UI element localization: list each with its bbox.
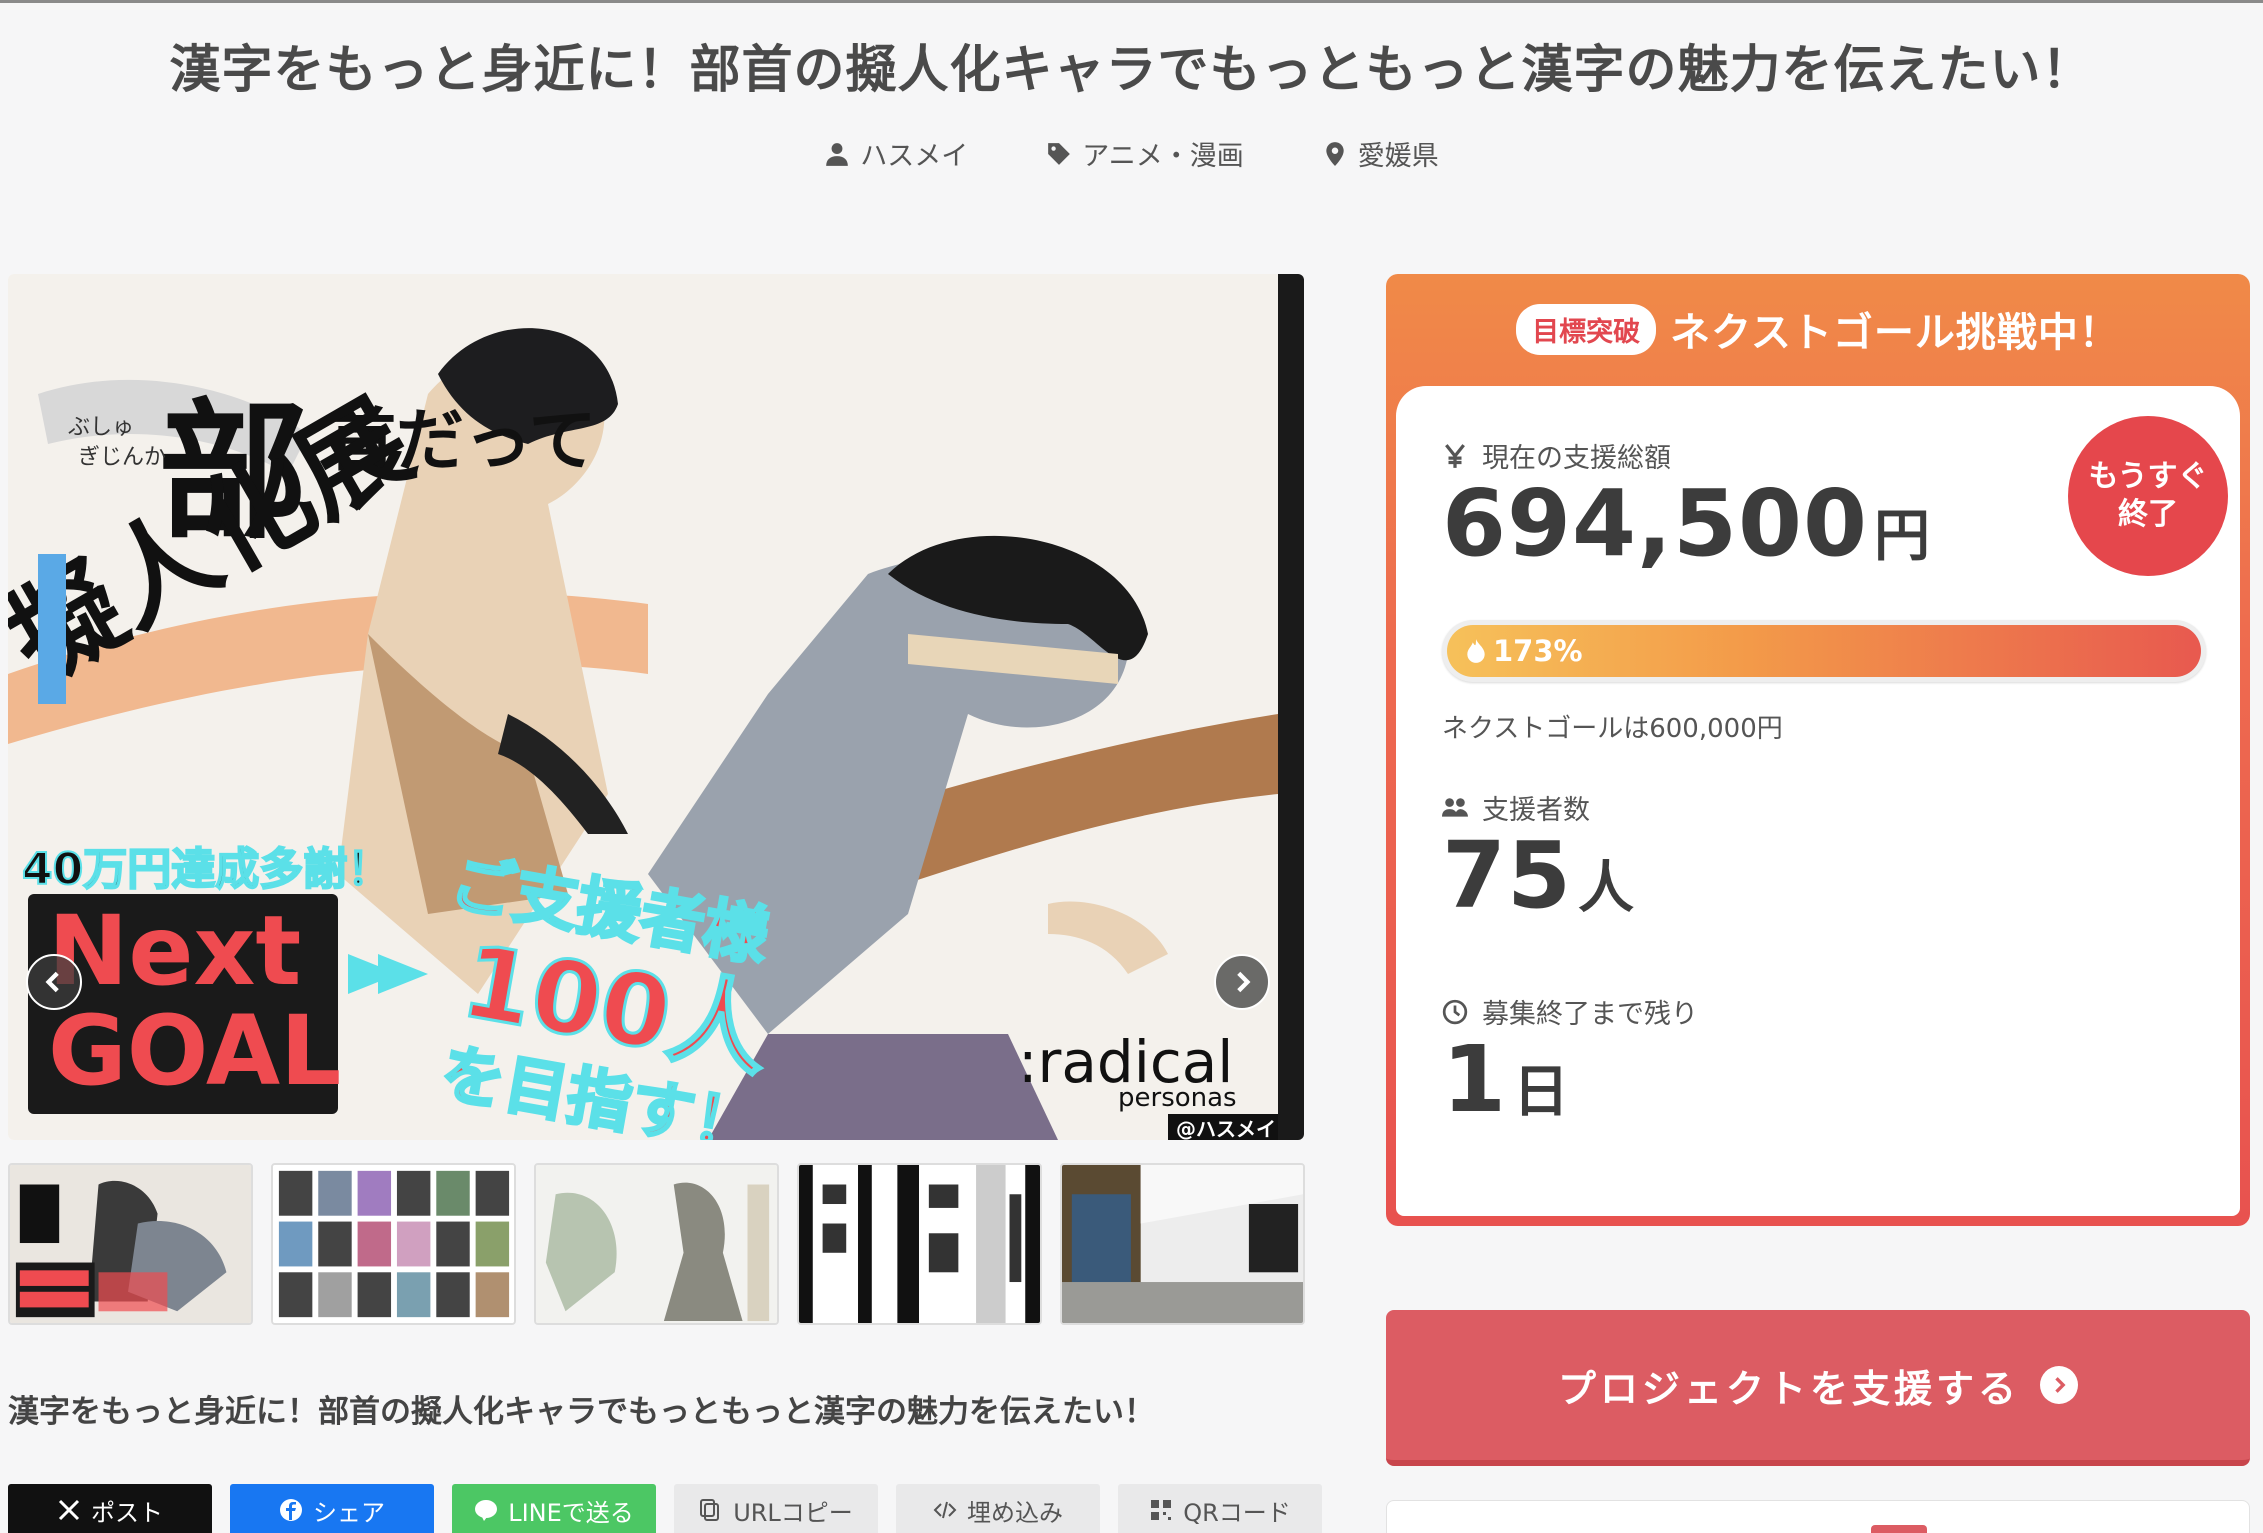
funding-amount: 694,500 円 [1442, 470, 1930, 577]
backers-value: 75 [1442, 822, 1573, 929]
x-logo-icon [58, 1499, 80, 1521]
code-icon [933, 1501, 957, 1519]
line-chat-icon [475, 1500, 498, 1521]
next-goal-heading: ネクストゴール挑戦中！ [1670, 310, 2120, 356]
share-x-label: ポスト [91, 1498, 163, 1527]
embed-label: 埋め込み [967, 1498, 1063, 1527]
amount-unit: 円 [1874, 504, 1931, 569]
page-title: 漢字をもっと身近に！部首の擬人化キャラでもっともっと漢字の魅力を伝えたい！ [169, 41, 2094, 100]
support-project-button[interactable]: プロジェクトを支援する [1386, 1310, 2250, 1466]
return-card-preview [1386, 1500, 2250, 1533]
facebook-icon [280, 1499, 302, 1521]
thumbnail-image [1062, 1165, 1303, 1323]
ending-soon-line-2: 終了 [2118, 497, 2178, 532]
copy-url-button[interactable]: URLコピー [674, 1484, 878, 1533]
backers-unit: 人 [1578, 856, 1635, 921]
next-goal-text: ネクストゴールは600,000円 [1442, 714, 1783, 744]
thumbnail-5[interactable] [1060, 1163, 1305, 1325]
backers-count: 75 人 [1442, 822, 1634, 929]
copy-icon [700, 1499, 720, 1521]
top-divider [0, 0, 2263, 3]
hero-goal-text: GOAL [48, 995, 341, 1107]
share-line-label: LINEで送る [508, 1498, 634, 1527]
location-name: 愛媛県 [1357, 141, 1439, 172]
share-facebook-label: シェア [313, 1498, 385, 1527]
fire-icon [1467, 639, 1485, 663]
remaining-unit: 日 [1513, 1060, 1570, 1125]
goal-achieved-badge: 目標突破 [1516, 303, 1657, 355]
author-name: ハスメイ [860, 141, 969, 172]
share-x-button[interactable]: ポスト [8, 1484, 212, 1533]
qr-code-icon [1151, 1500, 1172, 1520]
arrow-circle-icon [2040, 1366, 2078, 1404]
hero-illustration: 部 首だって ぶしゅ ぎじんか 擬人化展 40万円達成多謝！ Next GOAL… [8, 274, 1278, 1140]
slider-prev-button[interactable] [26, 954, 82, 1010]
author-link[interactable]: ハスメイ [824, 134, 968, 173]
tag-icon [1048, 142, 1071, 165]
progress-bar-fill: 173% [1447, 625, 2201, 677]
chevron-right-icon [2055, 1377, 2066, 1393]
card-tab-marker [1871, 1525, 1927, 1533]
category-name: アニメ・漫画 [1082, 141, 1244, 172]
progress-percent: 173% [1493, 634, 1583, 668]
users-icon [1442, 797, 1468, 817]
remaining-days: 1日 [1442, 1026, 1569, 1133]
location-link[interactable]: 愛媛県 [1322, 134, 1439, 173]
copy-url-label: URLコピー [733, 1498, 853, 1527]
embed-button[interactable]: 埋め込み [896, 1484, 1100, 1533]
thumbnail-3[interactable] [534, 1163, 779, 1325]
thumbnail-image [799, 1165, 1040, 1323]
qr-code-button[interactable]: QRコード [1118, 1484, 1322, 1533]
remaining-value: 1 [1442, 1026, 1508, 1133]
chevron-left-icon [45, 971, 59, 993]
main-image-slider[interactable]: 部 首だって ぶしゅ ぎじんか 擬人化展 40万円達成多謝！ Next GOAL… [8, 274, 1304, 1140]
ending-soon-badge: もうすぐ 終了 [2068, 416, 2228, 576]
ending-soon-line-1: もうすぐ [2088, 459, 2208, 494]
progress-bar: 173% [1442, 620, 2206, 682]
thumbnail-2[interactable] [271, 1163, 516, 1325]
hero-thanks-text: 40万円達成多謝！ [22, 844, 391, 895]
hero-furigana-2: ぎじんか [78, 445, 166, 470]
share-line-button[interactable]: LINEで送る [452, 1484, 656, 1533]
hero-credit-text: @ハスメイ [1176, 1117, 1276, 1140]
support-button-label: プロジェクトを支援する [1557, 1366, 2020, 1411]
yen-icon [1445, 443, 1465, 468]
thumbnail-image [536, 1165, 777, 1323]
project-meta: ハスメイ アニメ・漫画 愛媛県 [0, 134, 2263, 173]
amount-value: 694,500 [1442, 470, 1869, 577]
panel-header: 目標突破 ネクストゴール挑戦中！ [1386, 300, 2250, 358]
hero-furigana-1: ぶしゅ [68, 415, 134, 440]
thumbnail-image [273, 1165, 514, 1323]
share-facebook-button[interactable]: シェア [230, 1484, 434, 1533]
share-buttons: ポスト シェア LINEで送る URLコピー 埋め込み QRコード [8, 1484, 1322, 1533]
panel-body: 現在の支援総額 694,500 円 もうすぐ 終了 173% ネクストゴールは60… [1396, 386, 2240, 1216]
thumbnail-1[interactable] [8, 1163, 253, 1325]
thumbnail-4[interactable] [797, 1163, 1042, 1325]
project-subtitle: 漢字をもっと身近に！部首の擬人化キャラでもっともっと漢字の魅力を伝えたい！ [8, 1394, 1155, 1430]
thumbnail-image [10, 1165, 251, 1323]
chevron-right-icon [1237, 971, 1251, 993]
thumbnail-strip [8, 1163, 1305, 1325]
funding-status-panel: 目標突破 ネクストゴール挑戦中！ 現在の支援総額 694,500 円 もうすぐ 終… [1386, 274, 2250, 1226]
user-icon [826, 142, 849, 166]
clock-icon [1442, 999, 1468, 1024]
category-link[interactable]: アニメ・漫画 [1046, 134, 1244, 173]
location-pin-icon [1326, 141, 1344, 166]
slider-next-button[interactable] [1214, 954, 1270, 1010]
hero-next-text: Next [48, 895, 301, 1007]
qr-code-label: QRコード [1183, 1498, 1291, 1527]
hero-brand-sub-text: personas [1118, 1083, 1237, 1113]
